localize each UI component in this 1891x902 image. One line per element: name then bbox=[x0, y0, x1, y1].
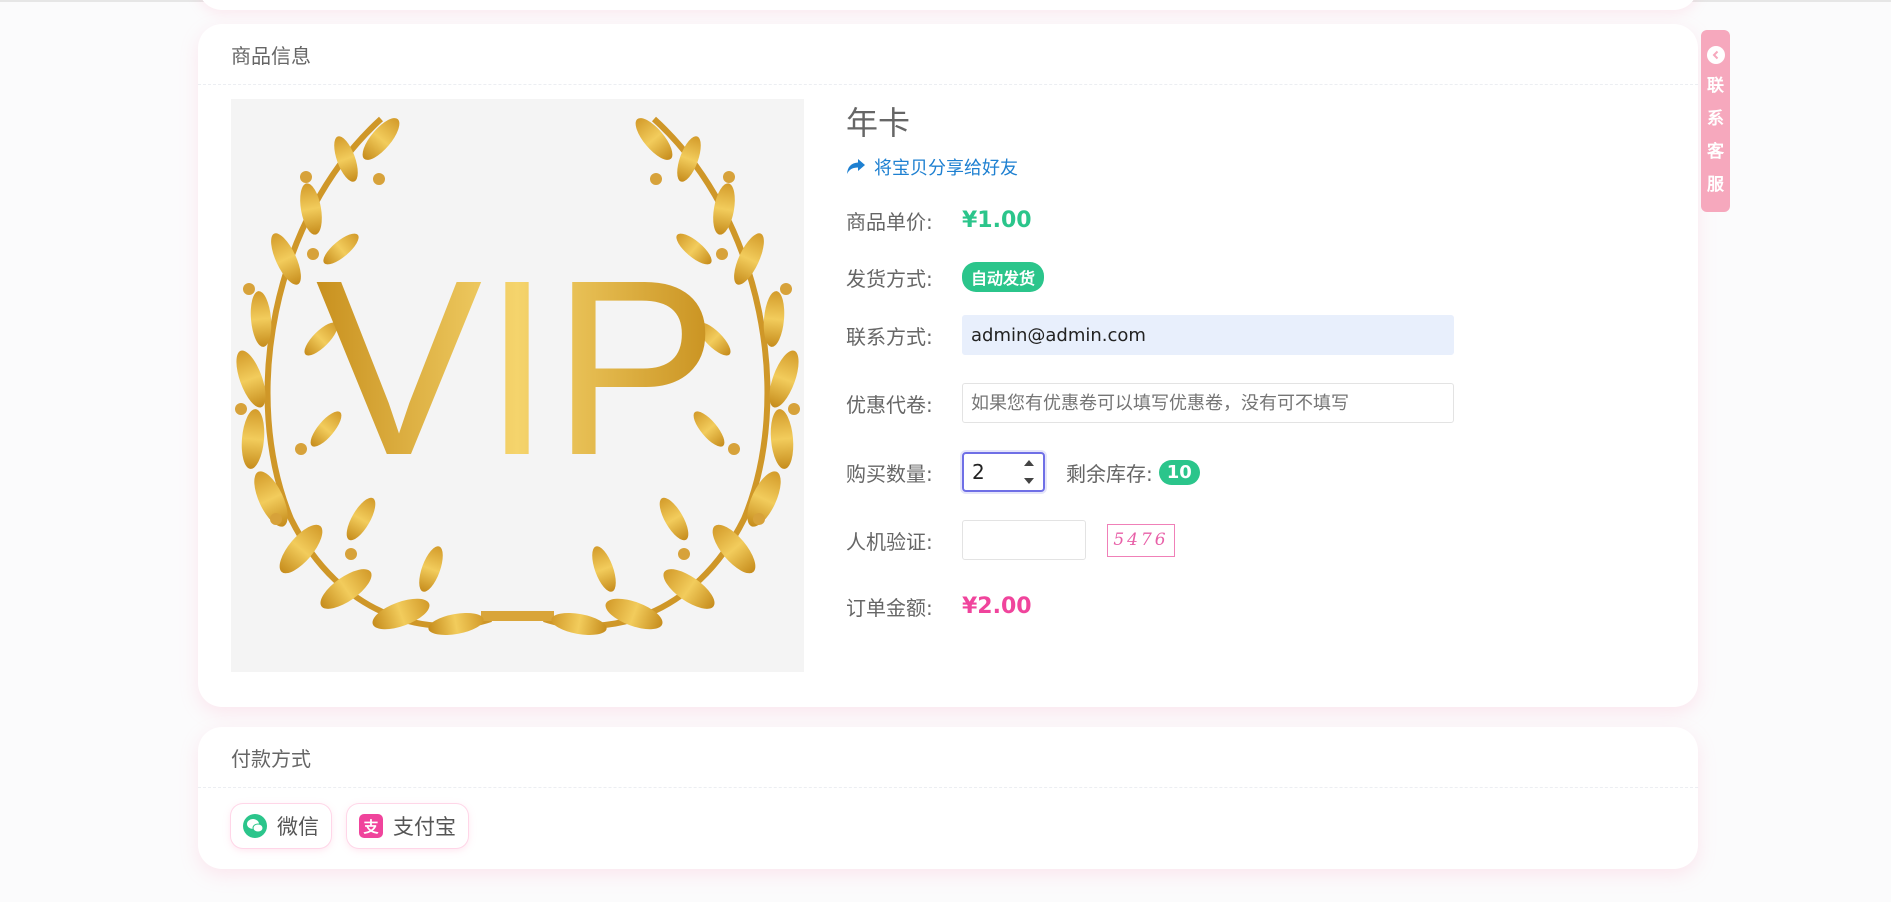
chevron-left-icon bbox=[1706, 46, 1725, 64]
vip-laurel-image: VIP bbox=[235, 116, 800, 635]
increment-arrow-icon[interactable] bbox=[1024, 460, 1034, 466]
quantity-label: 购买数量: bbox=[846, 461, 933, 486]
contact-input[interactable] bbox=[962, 315, 1454, 355]
captcha-row: 人机验证: 5476 bbox=[846, 520, 1175, 560]
quantity-row: 购买数量: 2 剩余库存: 10 bbox=[846, 452, 1200, 492]
quantity-value: 2 bbox=[972, 460, 985, 484]
alipay-button[interactable]: 支 支付宝 bbox=[347, 804, 468, 848]
captcha-input[interactable] bbox=[962, 520, 1086, 560]
total-row: 订单金额: ¥2.00 bbox=[846, 592, 1032, 621]
captcha-label: 人机验证: bbox=[846, 529, 933, 554]
product-info-card: 商品信息 VIP 年卡 将宝贝分享给好友 商品单价: ¥1.00 发货方式: 自… bbox=[198, 24, 1698, 707]
wechat-icon bbox=[243, 814, 267, 838]
previous-card-edge bbox=[198, 0, 1698, 10]
vip-text: VIP bbox=[316, 228, 719, 507]
product-details: 年卡 将宝贝分享给好友 商品单价: ¥1.00 发货方式: 自动发货 联系方式:… bbox=[846, 24, 1646, 707]
total-value: ¥2.00 bbox=[962, 594, 1032, 619]
stock-badge: 10 bbox=[1158, 459, 1200, 485]
contact-row: 联系方式: bbox=[846, 315, 1454, 355]
coupon-label: 优惠代卷: bbox=[846, 392, 933, 417]
decrement-arrow-icon[interactable] bbox=[1024, 478, 1034, 484]
wechat-pay-label: 微信 bbox=[277, 815, 319, 839]
unit-price-label: 商品单价: bbox=[846, 210, 933, 234]
unit-price-row: 商品单价: ¥1.00 bbox=[846, 206, 1032, 235]
product-info-title: 商品信息 bbox=[231, 43, 311, 68]
total-label: 订单金额: bbox=[846, 596, 933, 620]
alipay-label: 支付宝 bbox=[393, 815, 456, 839]
wechat-pay-button[interactable]: 微信 bbox=[231, 804, 331, 848]
payment-method-header: 付款方式 bbox=[198, 727, 1698, 788]
customer-service-label: 联系客服 bbox=[1707, 76, 1724, 195]
delivery-badge: 自动发货 bbox=[962, 262, 1045, 292]
contact-label: 联系方式: bbox=[846, 324, 933, 349]
product-image: VIP bbox=[231, 99, 804, 672]
captcha-image[interactable]: 5476 bbox=[1107, 523, 1175, 557]
share-link[interactable]: 将宝贝分享给好友 bbox=[846, 154, 1018, 180]
delivery-row: 发货方式: 自动发货 bbox=[846, 262, 1045, 292]
unit-price-value: ¥1.00 bbox=[962, 208, 1032, 233]
coupon-row: 优惠代卷: bbox=[846, 383, 1454, 423]
quantity-spinner[interactable] bbox=[1023, 460, 1035, 484]
delivery-label: 发货方式: bbox=[846, 266, 933, 291]
payment-method-title: 付款方式 bbox=[231, 746, 311, 771]
alipay-icon: 支 bbox=[359, 814, 383, 838]
share-icon bbox=[847, 159, 865, 174]
stock-label: 剩余库存: bbox=[1066, 461, 1153, 486]
product-title: 年卡 bbox=[846, 104, 911, 142]
customer-service-tab[interactable]: 联系客服 bbox=[1701, 30, 1730, 212]
coupon-input[interactable] bbox=[962, 383, 1454, 423]
payment-options: 微信 支 支付宝 bbox=[231, 804, 468, 848]
share-link-label: 将宝贝分享给好友 bbox=[874, 158, 1018, 179]
quantity-stepper[interactable]: 2 bbox=[962, 452, 1045, 492]
payment-method-card: 付款方式 微信 支 支付宝 bbox=[198, 727, 1698, 869]
